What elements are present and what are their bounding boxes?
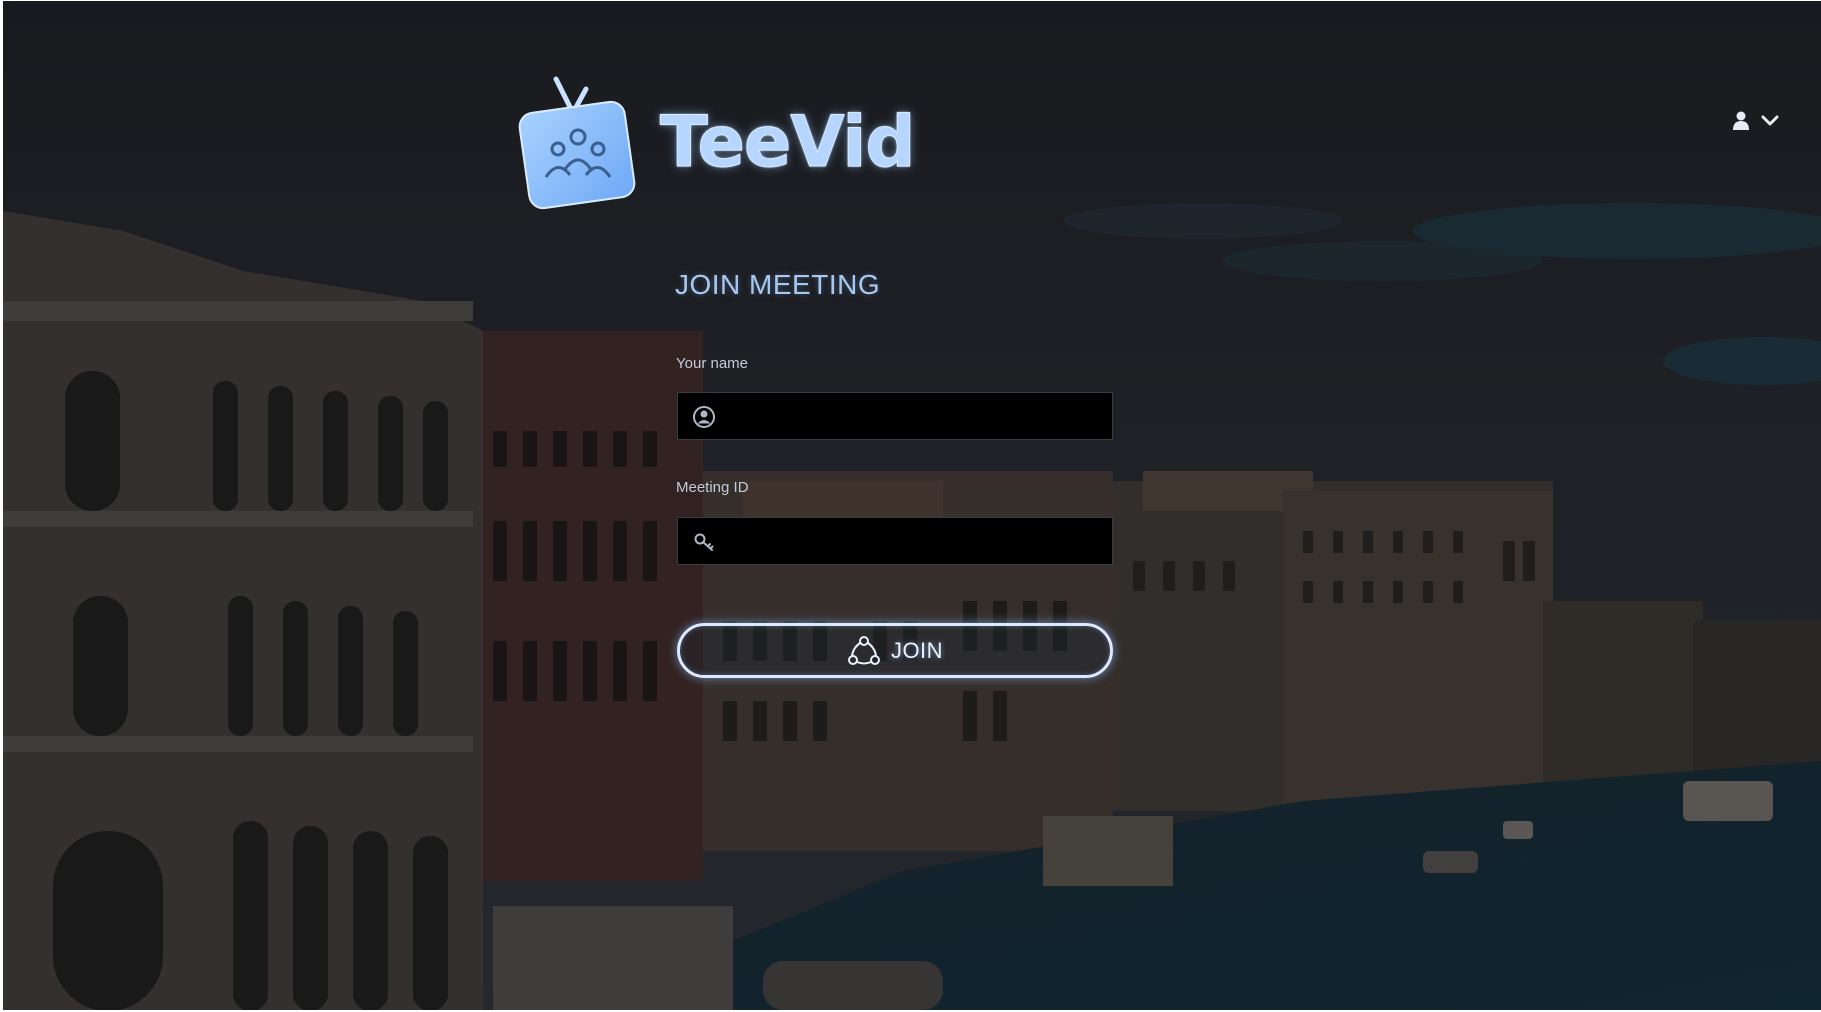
key-icon	[694, 533, 714, 551]
join-button[interactable]: JOIN	[677, 623, 1113, 678]
user-icon	[1733, 111, 1749, 130]
brand-logo[interactable]: TeeVid	[518, 71, 916, 211]
meeting-id-field-label: Meeting ID	[676, 479, 749, 496]
chevron-down-icon	[1761, 115, 1779, 126]
app-window: TeeVid JOIN MEETING Your name Meeting ID	[3, 1, 1821, 1010]
join-button-label: JOIN	[890, 637, 944, 663]
name-field-label: Your name	[676, 355, 748, 372]
brand-name: TeeVid	[659, 101, 915, 183]
user-circle-icon	[693, 406, 715, 428]
user-menu-button[interactable]	[1733, 107, 1793, 135]
page-title: JOIN MEETING	[675, 269, 881, 300]
share-nodes-icon	[847, 635, 880, 665]
meeting-id-field[interactable]	[677, 517, 1113, 566]
meeting-id-input[interactable]	[728, 518, 1112, 566]
name-input[interactable]	[728, 393, 1112, 441]
tv-people-icon	[518, 76, 636, 210]
name-field[interactable]	[677, 392, 1113, 441]
